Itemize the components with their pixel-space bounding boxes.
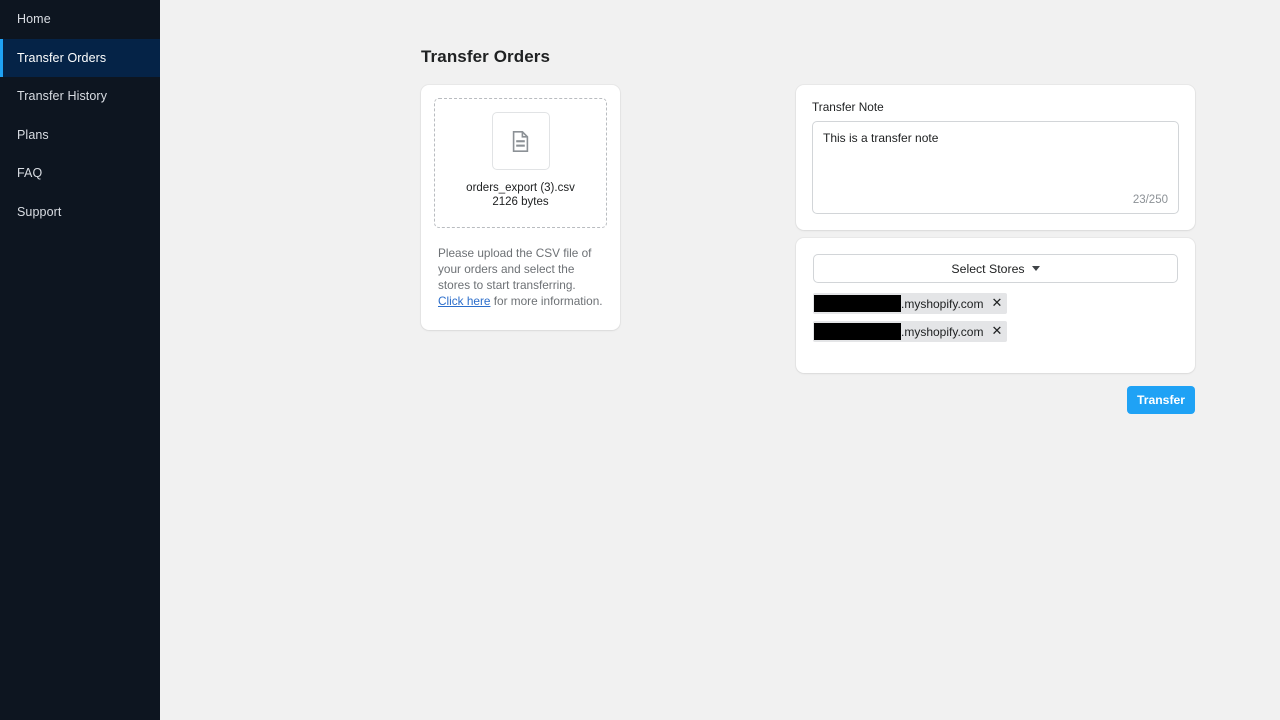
store-domain: .myshopify.com (901, 324, 984, 339)
sidebar-item-transfer-history[interactable]: Transfer History (0, 77, 160, 116)
store-domain: .myshopify.com (901, 296, 984, 311)
sidebar-item-label: Support (17, 204, 62, 219)
sidebar-item-transfer-orders[interactable]: Transfer Orders (0, 38, 160, 77)
character-counter: 23/250 (1132, 194, 1168, 206)
page-title: Transfer Orders (421, 47, 551, 67)
help-text-after: for more information. (490, 294, 603, 309)
main-content: Transfer Orders orders_export (3).csv 21… (160, 0, 1280, 720)
click-here-link[interactable]: Click here (438, 294, 490, 308)
transfer-note-label: Transfer Note (812, 100, 884, 114)
file-name: orders_export (3).csv (466, 182, 575, 194)
upload-card: orders_export (3).csv 2126 bytes Please … (421, 85, 620, 330)
sidebar-item-label: Plans (17, 127, 49, 142)
sidebar-item-faq[interactable]: FAQ (0, 154, 160, 193)
selected-stores-list: .myshopify.com ✕ .myshopify.com ✕ (813, 293, 1178, 349)
sidebar-item-label: FAQ (17, 166, 43, 181)
sidebar: Home Transfer Orders Transfer History Pl… (0, 0, 160, 720)
chevron-down-icon (1031, 266, 1040, 271)
close-icon[interactable]: ✕ (991, 297, 1002, 310)
select-stores-label: Select Stores (951, 261, 1025, 276)
select-stores-card: Select Stores .myshopify.com ✕ .myshopif… (796, 238, 1195, 373)
file-thumbnail (491, 112, 550, 170)
sidebar-item-support[interactable]: Support (0, 193, 160, 232)
sidebar-item-plans[interactable]: Plans (0, 116, 160, 155)
transfer-note-value: This is a transfer note (823, 131, 939, 145)
sidebar-item-label: Transfer History (17, 89, 108, 104)
store-chip: .myshopify.com ✕ (813, 321, 1008, 342)
sidebar-item-label: Home (17, 12, 51, 27)
file-size: 2126 bytes (492, 196, 549, 209)
file-dropzone[interactable]: orders_export (3).csv 2126 bytes (434, 98, 607, 228)
help-text-before: Please upload the CSV file of your order… (438, 246, 592, 293)
document-icon (512, 130, 529, 152)
close-icon[interactable]: ✕ (991, 325, 1002, 338)
store-chip: .myshopify.com ✕ (813, 293, 1008, 314)
select-stores-dropdown[interactable]: Select Stores (813, 254, 1178, 283)
upload-help-text: Please upload the CSV file of your order… (434, 245, 607, 309)
sidebar-item-home[interactable]: Home (0, 0, 160, 39)
redacted-store-name (814, 323, 901, 340)
transfer-note-textarea[interactable]: This is a transfer note 23/250 (812, 121, 1179, 214)
sidebar-item-label: Transfer Orders (17, 50, 107, 65)
transfer-button[interactable]: Transfer (1127, 386, 1195, 414)
app-root: Home Transfer Orders Transfer History Pl… (0, 0, 1280, 720)
transfer-note-card: Transfer Note This is a transfer note 23… (796, 85, 1195, 230)
store-chip-row: .myshopify.com ✕ (813, 293, 1178, 321)
store-chip-row: .myshopify.com ✕ (813, 321, 1178, 349)
redacted-store-name (814, 295, 901, 312)
